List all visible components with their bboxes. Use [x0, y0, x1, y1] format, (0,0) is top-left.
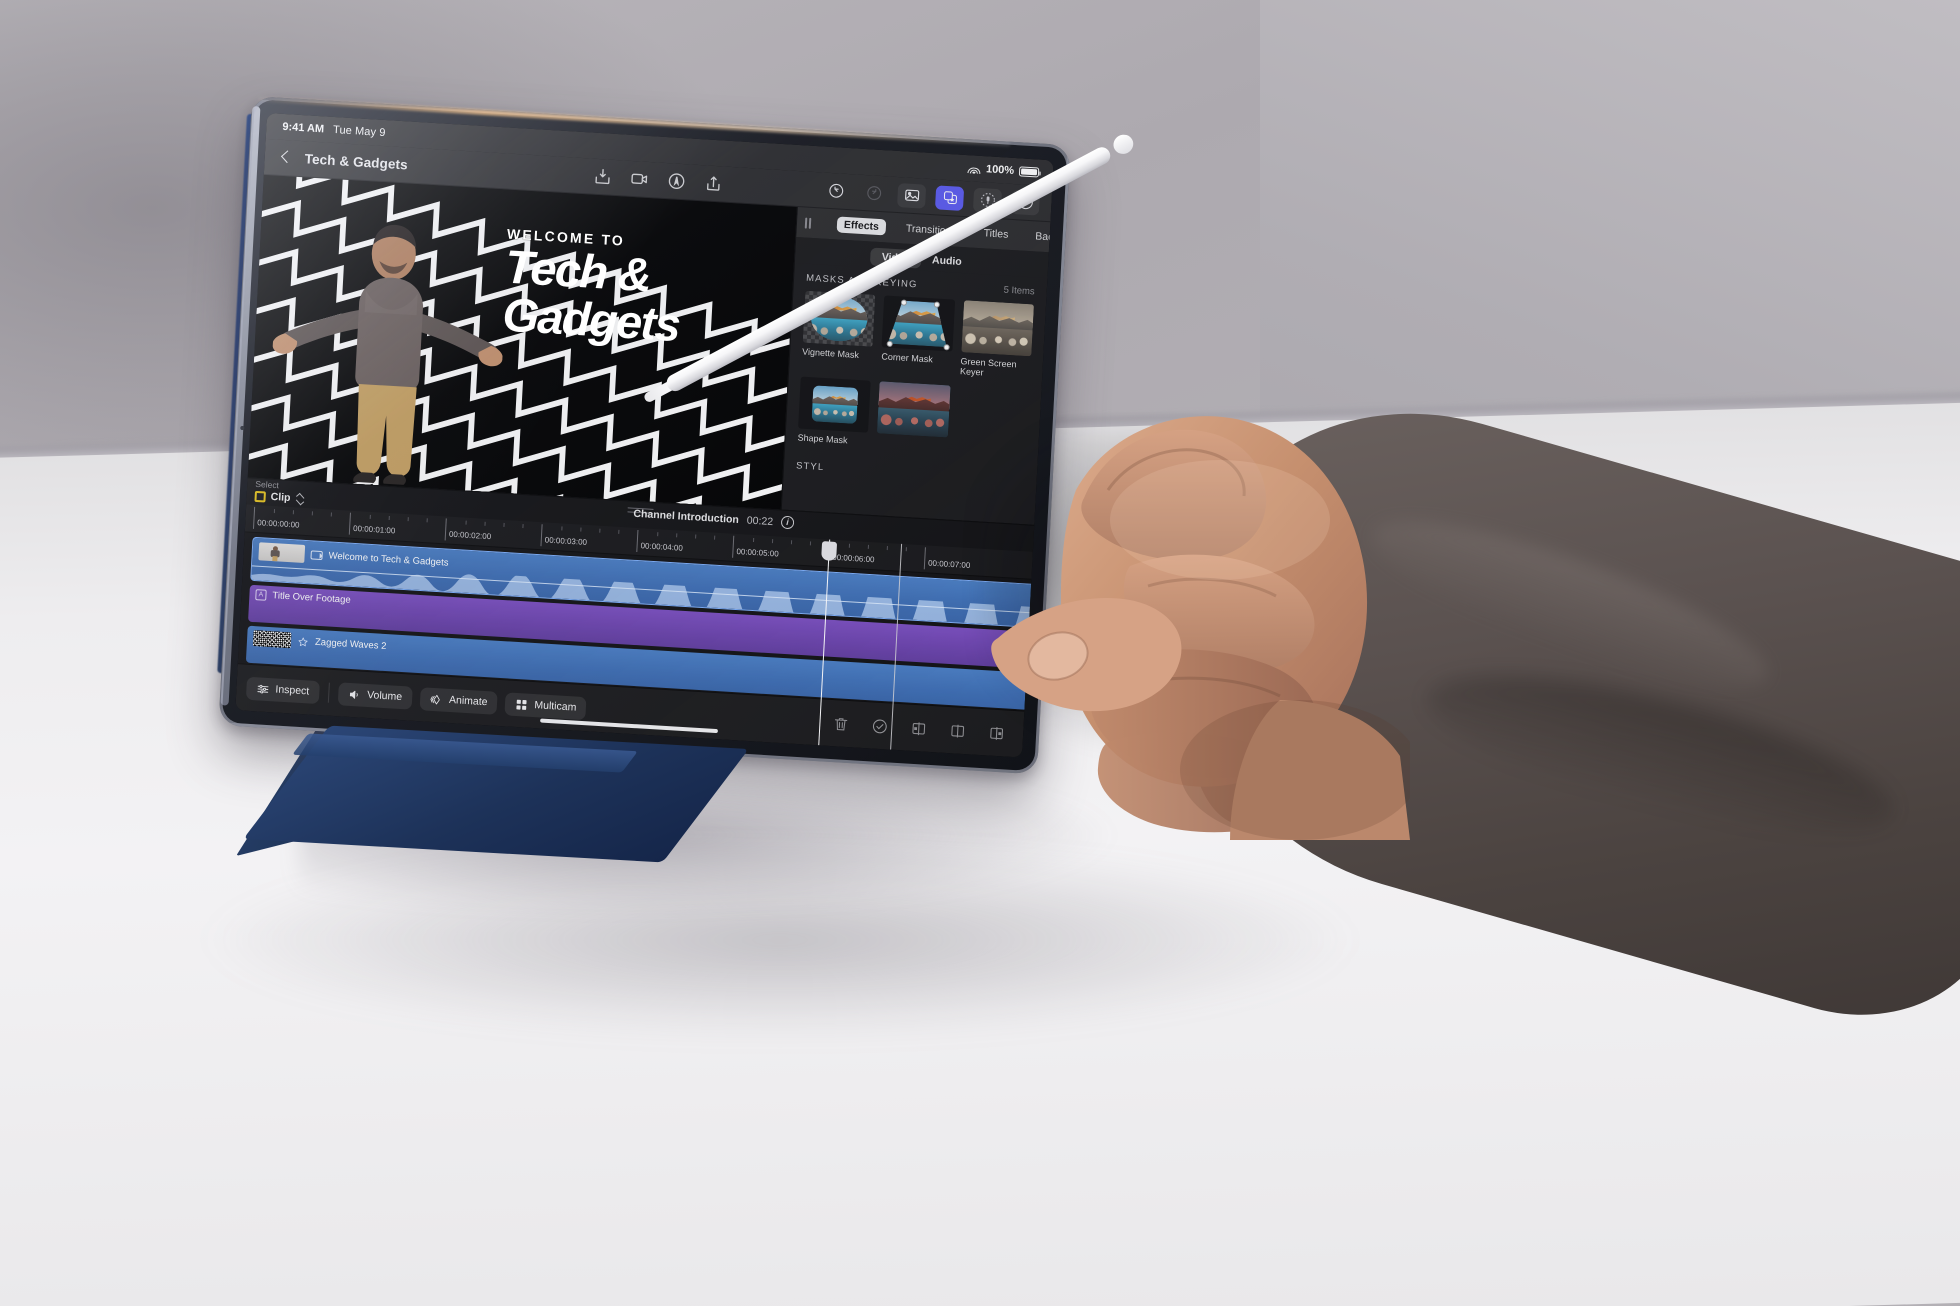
item-count: 5 Items [1003, 284, 1035, 298]
video-preview[interactable]: WELCOME TO Tech & Gadgets [247, 174, 797, 510]
split-left-icon[interactable] [910, 719, 928, 737]
timeline-actions [832, 715, 1014, 743]
scene: 9:41 AM Tue May 9 100% Tech & Gadgets WE… [0, 0, 1960, 1306]
clip-label: Zagged Waves 2 [314, 636, 387, 652]
selected-clip-info: Channel Introduction 00:22 i [633, 507, 795, 530]
ruler-tick-label: 00:00:05:00 [736, 546, 779, 559]
effect-label: Shape Mask [797, 432, 848, 446]
more-options-icon[interactable] [1010, 189, 1041, 216]
page-title: Tech & Gadgets [304, 151, 409, 173]
delete-icon[interactable] [832, 715, 850, 733]
presenter-subject [266, 211, 510, 492]
clip-duration: 00:22 [746, 514, 774, 528]
ruler-tick-label: 00:00:03:00 [544, 535, 588, 547]
clip-name: Channel Introduction [633, 507, 740, 526]
redo-icon[interactable] [859, 180, 888, 206]
share-export-icon[interactable] [704, 173, 724, 193]
effect-item-vignette-mask[interactable]: Vignette Mask [801, 290, 876, 371]
effect-item-corner-mask[interactable]: Corner Mask [881, 295, 955, 375]
status-time: 9:41 AM [282, 120, 325, 136]
effect-item-green-screen-keyer[interactable]: Green Screen Keyer [959, 300, 1035, 380]
timeline-panel: Select Clip Channel Introduction 00:22 i… [235, 477, 1035, 758]
corner-mask-thumbnail [881, 295, 955, 352]
shape-mask-thumbnail [798, 376, 872, 433]
panel-grabber-icon[interactable] [804, 217, 812, 229]
ruler-tick-label: 00:00:01:00 [352, 523, 396, 536]
title-clip-icon: A [255, 589, 267, 601]
chevron-left-icon[interactable] [276, 148, 295, 167]
audio-library-icon[interactable] [972, 187, 1003, 213]
effect-item-shape-mask[interactable]: Shape Mask [797, 376, 872, 447]
info-icon[interactable]: i [780, 515, 795, 530]
video-title-overlay: WELCOME TO Tech & Gadgets [501, 226, 787, 354]
tab-transitions[interactable]: Transitions [898, 220, 964, 240]
effects-library-panel: Effects Transitions Titles Backgrounds O… [780, 206, 1054, 525]
search-icon[interactable] [824, 217, 846, 240]
effects-grid: Vignette Mask Corner Mask Green Screen K… [785, 288, 1046, 465]
updown-chevron-icon[interactable] [295, 493, 305, 505]
tab-effects[interactable]: Effects [836, 216, 887, 236]
effect-item-color-key[interactable] [877, 381, 951, 451]
ipad-screen: 9:41 AM Tue May 9 100% Tech & Gadgets WE… [235, 112, 1054, 758]
ruler-tick-label: 00:00:07:00 [927, 558, 971, 571]
clip-label: Title Over Footage [272, 590, 351, 606]
wifi-icon [967, 163, 982, 174]
inspector-sliders-icon [256, 682, 270, 696]
split-center-icon[interactable] [949, 722, 967, 740]
battery-percent: 100% [985, 163, 1015, 177]
ruler-tick-label: 00:00:04:00 [640, 541, 684, 553]
playhead-knob[interactable] [821, 541, 838, 561]
ruler-tick-label: 00:00:06:00 [832, 552, 875, 565]
volume-label: Volume [366, 689, 403, 704]
undo-icon[interactable] [821, 178, 850, 204]
voiceover-icon[interactable] [667, 171, 687, 191]
volume-icon [348, 687, 362, 701]
toggle-audio[interactable]: Audio [921, 251, 974, 272]
multicam-button[interactable]: Multicam [504, 691, 587, 720]
ruler-tick-label: 00:00:00:00 [257, 518, 300, 530]
toolbar-divider [327, 682, 330, 703]
animate-button[interactable]: Animate [419, 686, 499, 715]
import-media-icon[interactable] [593, 167, 613, 187]
ruler-tick-label: 00:00:02:00 [448, 529, 492, 542]
selection-mode[interactable]: Select Clip [254, 479, 305, 505]
effect-label [877, 437, 947, 441]
battery-full-icon [1018, 166, 1040, 178]
effects-library-icon[interactable] [934, 184, 965, 211]
selection-chip-icon [254, 490, 267, 503]
record-video-icon[interactable] [630, 169, 650, 189]
effect-label: Vignette Mask [801, 346, 860, 360]
vignette-mask-thumbnail [802, 290, 876, 347]
multicam-grid-icon [515, 697, 529, 711]
photos-library-icon[interactable] [897, 182, 927, 209]
volume-button[interactable]: Volume [337, 681, 413, 710]
video-clip-icon [310, 549, 323, 560]
toggle-video[interactable]: Video [870, 247, 922, 269]
ipad-device: 9:41 AM Tue May 9 100% Tech & Gadgets WE… [217, 96, 1071, 775]
effect-label: Corner Mask [881, 351, 934, 365]
approve-check-icon[interactable] [871, 717, 889, 735]
multicam-label: Multicam [534, 699, 577, 714]
effect-clip-thumbnail [252, 630, 292, 649]
section-title: MASKS AND KEYING [805, 272, 918, 291]
animate-icon [430, 692, 444, 706]
toolbar-center-actions [593, 167, 724, 194]
select-value: Clip [270, 490, 291, 505]
green-screen-keyer-thumbnail [961, 300, 1035, 357]
split-right-icon[interactable] [988, 724, 1006, 742]
inspect-label: Inspect [275, 683, 310, 698]
workarea: WELCOME TO Tech & Gadgets Effects Transi… [235, 174, 1054, 758]
effect-label: Green Screen Keyer [959, 356, 1017, 378]
color-key-thumbnail [877, 381, 951, 438]
favorite-star-icon [297, 635, 310, 648]
animate-label: Animate [448, 693, 488, 709]
tab-titles[interactable]: Titles [976, 225, 1015, 243]
inspect-button[interactable]: Inspect [245, 676, 320, 704]
status-date: Tue May 9 [332, 123, 386, 140]
